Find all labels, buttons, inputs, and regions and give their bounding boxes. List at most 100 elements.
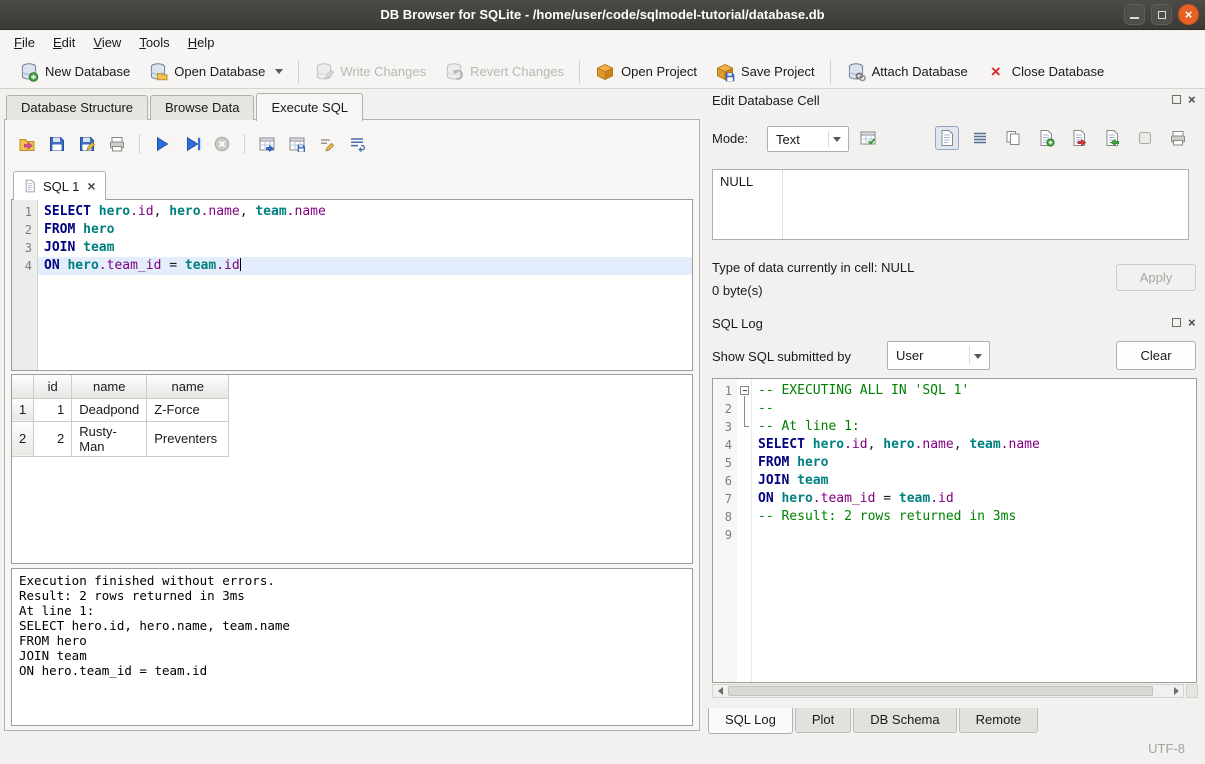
editor-code-area[interactable]: SELECT hero.id, hero.name, team.nameFROM… [38, 200, 692, 370]
dock-float-icon[interactable] [1172, 95, 1181, 104]
paste-cell-button[interactable] [1034, 126, 1058, 150]
clear-log-button[interactable]: Clear [1116, 341, 1196, 370]
close-database-button[interactable]: × Close Database [977, 59, 1114, 85]
close-database-label: Close Database [1012, 64, 1105, 79]
mode-select[interactable]: Text [767, 126, 849, 152]
word-wrap-button[interactable] [345, 132, 369, 156]
fold-marker[interactable] [740, 386, 749, 395]
results-column-header[interactable]: name [72, 375, 147, 398]
log-horizontal-scrollbar[interactable] [712, 684, 1184, 698]
dock-close-icon[interactable]: × [1188, 318, 1196, 327]
results-cell[interactable]: 2 [34, 421, 72, 456]
results-column-header[interactable]: name [147, 375, 229, 398]
menu-view[interactable]: View [84, 31, 130, 55]
sql-log-filter-select[interactable]: User [887, 341, 990, 370]
results-cell[interactable]: Deadpond [72, 398, 147, 421]
maximize-button[interactable] [1151, 4, 1172, 25]
open-database-button[interactable]: Open Database [139, 59, 292, 85]
scrollbar-thumb[interactable] [728, 686, 1153, 696]
scroll-left-arrow[interactable] [713, 685, 727, 697]
import-icon [859, 129, 877, 147]
tab-browse-data[interactable]: Browse Data [150, 95, 254, 120]
open-project-button[interactable]: Open Project [586, 59, 706, 85]
format-sql-icon [318, 135, 336, 153]
minimize-button[interactable] [1124, 4, 1145, 25]
print-cell-button[interactable] [1166, 126, 1190, 150]
close-window-icon: × [1185, 8, 1193, 21]
attach-database-button[interactable]: Attach Database [837, 59, 977, 85]
results-row-header[interactable]: 1 [12, 398, 34, 421]
open-database-dropdown-icon[interactable] [275, 69, 283, 74]
revert-changes-button[interactable]: Revert Changes [435, 59, 573, 85]
new-database-button[interactable]: New Database [10, 59, 139, 85]
edit-cell-title: Edit Database Cell [712, 93, 820, 108]
execute-all-button[interactable] [150, 132, 174, 156]
sql-toolbar [15, 132, 369, 156]
save-sql-as-icon [78, 135, 96, 153]
tab-plot[interactable]: Plot [795, 708, 851, 733]
results-cell[interactable]: Rusty-Man [72, 421, 147, 456]
log-code-area: -- EXECUTING ALL IN 'SQL 1'---- At line … [752, 379, 1196, 682]
import-button[interactable] [856, 126, 880, 150]
scroll-right-arrow[interactable] [1169, 685, 1183, 697]
save-project-button[interactable]: Save Project [706, 59, 824, 85]
save-project-icon [715, 62, 735, 82]
menu-edit[interactable]: Edit [44, 31, 84, 55]
open-sql-file-button[interactable] [15, 132, 39, 156]
attach-database-label: Attach Database [872, 64, 968, 79]
save-results-button[interactable] [285, 132, 309, 156]
tab-database-structure[interactable]: Database Structure [6, 95, 148, 120]
export-results-button[interactable] [255, 132, 279, 156]
open-sql-file-icon [18, 135, 36, 153]
tab-remote[interactable]: Remote [959, 708, 1039, 733]
log-fold-column [737, 379, 752, 682]
dock-float-icon[interactable] [1172, 318, 1181, 327]
tab-label: Execute SQL [271, 100, 348, 115]
results-row-header[interactable]: 2 [12, 421, 34, 456]
set-null-button[interactable] [1133, 126, 1157, 150]
results-cell[interactable]: Preventers [147, 421, 229, 456]
toolbar-separator [244, 134, 245, 154]
tab-execute-sql[interactable]: Execute SQL [256, 93, 363, 121]
results-cell[interactable]: 1 [34, 398, 72, 421]
sql-tab-close-icon[interactable]: × [87, 179, 95, 193]
results-grid[interactable]: idnamename11DeadpondZ-Force22Rusty-ManPr… [11, 374, 693, 564]
results-column-header[interactable]: id [34, 375, 72, 398]
sql-editor[interactable]: 1234 SELECT hero.id, hero.name, team.nam… [11, 199, 693, 371]
apply-button[interactable]: Apply [1116, 264, 1196, 291]
menu-help[interactable]: Help [179, 31, 224, 55]
cell-icon-row [935, 126, 1190, 150]
execute-line-button[interactable] [180, 132, 204, 156]
maximize-icon [1158, 11, 1166, 19]
new-database-icon [19, 62, 39, 82]
copy-cell-button[interactable] [1001, 126, 1025, 150]
sql-log-viewer[interactable]: 123456789 -- EXECUTING ALL IN 'SQL 1'---… [712, 378, 1197, 683]
results-corner-header[interactable] [12, 375, 34, 398]
close-window-button[interactable]: × [1178, 4, 1199, 25]
save-sql-file-icon [48, 135, 66, 153]
justify-button[interactable] [968, 126, 992, 150]
export-cell-button[interactable] [1067, 126, 1091, 150]
save-sql-as-button[interactable] [75, 132, 99, 156]
menu-tools[interactable]: Tools [130, 31, 178, 55]
open-database-icon [148, 62, 168, 82]
stop-execution-button[interactable] [210, 132, 234, 156]
import-cell-button[interactable] [1100, 126, 1124, 150]
menu-file[interactable]: File [5, 31, 44, 55]
format-sql-button[interactable] [315, 132, 339, 156]
execution-log[interactable]: Execution finished without errors. Resul… [11, 568, 693, 726]
cell-value-editor[interactable]: NULL [712, 169, 1189, 240]
stop-icon [213, 135, 231, 153]
write-changes-button[interactable]: Write Changes [305, 59, 435, 85]
tab-db-schema[interactable]: DB Schema [853, 708, 956, 733]
sql-file-tab[interactable]: SQL 1 × [13, 171, 106, 200]
titlebar[interactable]: DB Browser for SQLite - /home/user/code/… [0, 0, 1205, 30]
results-cell[interactable]: Z-Force [147, 398, 229, 421]
text-mode-button[interactable] [935, 126, 959, 150]
dock-close-icon[interactable]: × [1188, 95, 1196, 104]
toolbar-separator [298, 60, 299, 84]
print-sql-button[interactable] [105, 132, 129, 156]
save-sql-file-button[interactable] [45, 132, 69, 156]
tab-sql-log[interactable]: SQL Log [708, 708, 793, 734]
chevron-down-icon [833, 137, 841, 142]
